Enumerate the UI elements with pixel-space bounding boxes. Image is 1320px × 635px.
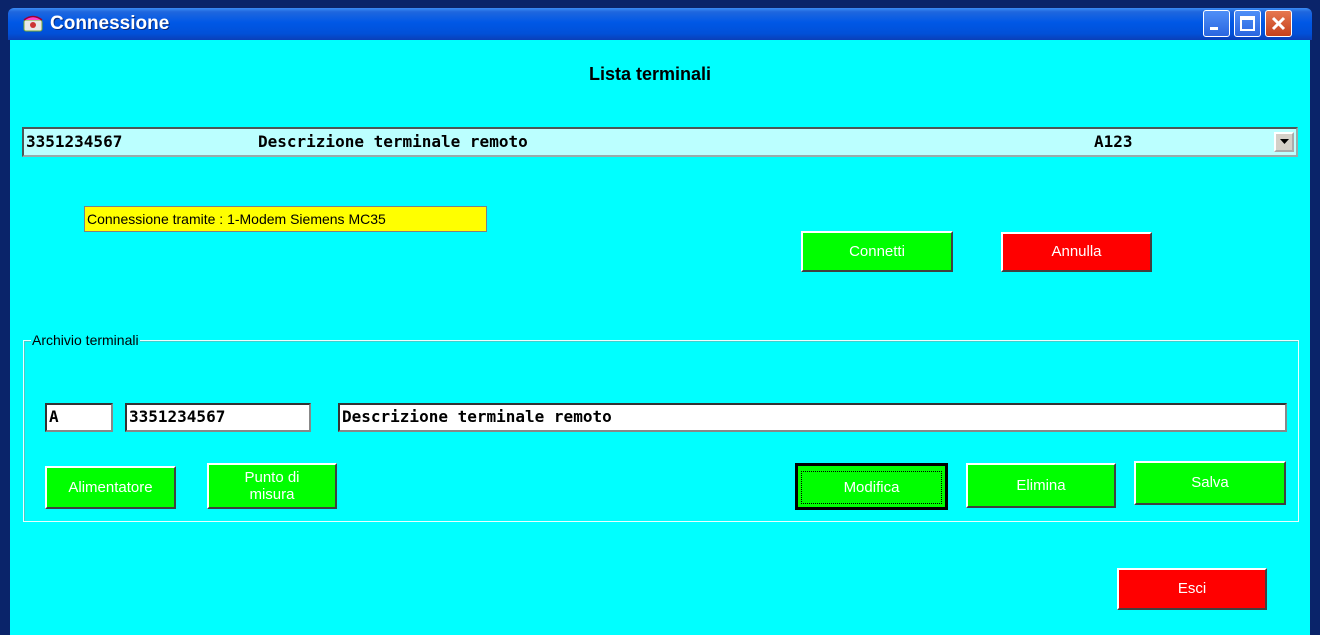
title-bar[interactable]: Connessione (8, 8, 1312, 40)
close-button[interactable] (1265, 10, 1292, 37)
phone-icon (22, 12, 44, 34)
edit-button-label: Modifica (801, 471, 942, 504)
connection-status-label: Connessione tramite : 1-Modem Siemens MC… (84, 206, 487, 232)
delete-button[interactable]: Elimina (966, 463, 1116, 508)
combo-terminal-code: A123 (1094, 132, 1133, 151)
combo-terminal-number: 3351234567 (26, 132, 123, 151)
minimize-icon (1210, 27, 1218, 30)
window-title: Connessione (50, 13, 170, 34)
power-supply-button[interactable]: Alimentatore (45, 466, 176, 509)
combo-dropdown-button[interactable] (1274, 132, 1294, 152)
save-button[interactable]: Salva (1134, 461, 1286, 505)
maximize-icon (1240, 16, 1255, 31)
close-icon (1271, 16, 1286, 31)
exit-button[interactable]: Esci (1117, 568, 1267, 610)
cancel-button[interactable]: Annulla (1001, 232, 1152, 272)
edit-button[interactable]: Modifica (795, 463, 948, 510)
combo-terminal-description: Descrizione terminale remoto (258, 132, 528, 151)
terminal-letter-field[interactable]: A (45, 403, 113, 432)
terminal-number-field[interactable]: 3351234567 (125, 403, 311, 432)
measure-point-button[interactable]: Punto di misura (207, 463, 337, 509)
measure-point-label-line2: misura (249, 486, 295, 503)
chevron-down-icon (1280, 139, 1289, 144)
terminal-description-field[interactable]: Descrizione terminale remoto (338, 403, 1287, 432)
maximize-button[interactable] (1234, 10, 1261, 37)
measure-point-label-line1: Punto di (244, 469, 300, 486)
connect-button[interactable]: Connetti (801, 231, 953, 272)
minimize-button[interactable] (1203, 10, 1230, 37)
terminal-archive-legend: Archivio terminali (31, 332, 140, 348)
terminal-list-combo[interactable]: 3351234567 Descrizione terminale remoto … (22, 127, 1298, 157)
connection-window: Connessione Lista terminali 3351234567 D… (0, 0, 1320, 635)
page-title: Lista terminali (588, 64, 712, 84)
